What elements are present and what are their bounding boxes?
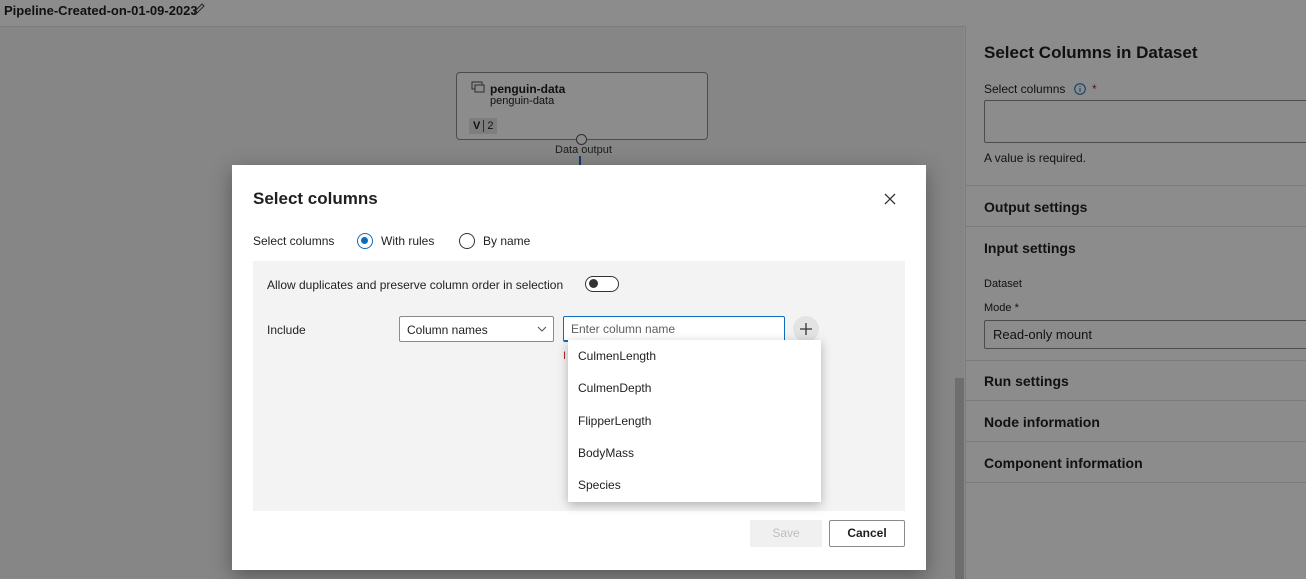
list-item-species[interactable]: Species — [568, 469, 821, 501]
chevron-down-icon — [537, 326, 547, 332]
list-item-label: FlipperLength — [578, 414, 652, 428]
add-rule-button[interactable] — [793, 316, 819, 342]
list-item-body-mass[interactable]: BodyMass — [568, 437, 821, 469]
cancel-button[interactable]: Cancel — [829, 520, 905, 547]
include-label: Include — [267, 323, 306, 337]
list-item-flipper-length[interactable]: FlipperLength — [568, 405, 821, 437]
radio-by-name-label[interactable]: By name — [483, 234, 530, 248]
radio-by-name[interactable] — [459, 233, 475, 249]
allow-duplicates-label: Allow duplicates and preserve column ord… — [267, 278, 564, 292]
list-item-label: CulmenDepth — [578, 381, 652, 395]
plus-icon — [800, 323, 812, 335]
radio-group-label: Select columns — [253, 234, 335, 248]
save-button[interactable]: Save — [750, 520, 822, 547]
column-name-input[interactable] — [563, 316, 785, 342]
toggle-knob — [589, 279, 598, 288]
list-item-label: Species — [578, 478, 621, 492]
radio-with-rules-label[interactable]: With rules — [381, 234, 434, 248]
list-item-label: BodyMass — [578, 446, 635, 460]
close-icon[interactable] — [880, 189, 900, 209]
input-error-text: I — [563, 350, 567, 362]
radio-with-rules[interactable] — [357, 233, 373, 249]
allow-duplicates-toggle[interactable] — [585, 276, 619, 292]
list-item-label: CulmenLength — [578, 349, 657, 363]
dialog-title: Select columns — [253, 189, 378, 208]
column-suggestions-dropdown: CulmenLength CulmenDepth FlipperLength B… — [568, 340, 821, 502]
column-type-select[interactable]: Column names — [399, 316, 554, 342]
list-item-culmen-depth[interactable]: CulmenDepth — [568, 372, 821, 404]
list-item-culmen-length[interactable]: CulmenLength — [568, 340, 821, 372]
column-type-value: Column names — [407, 323, 488, 337]
